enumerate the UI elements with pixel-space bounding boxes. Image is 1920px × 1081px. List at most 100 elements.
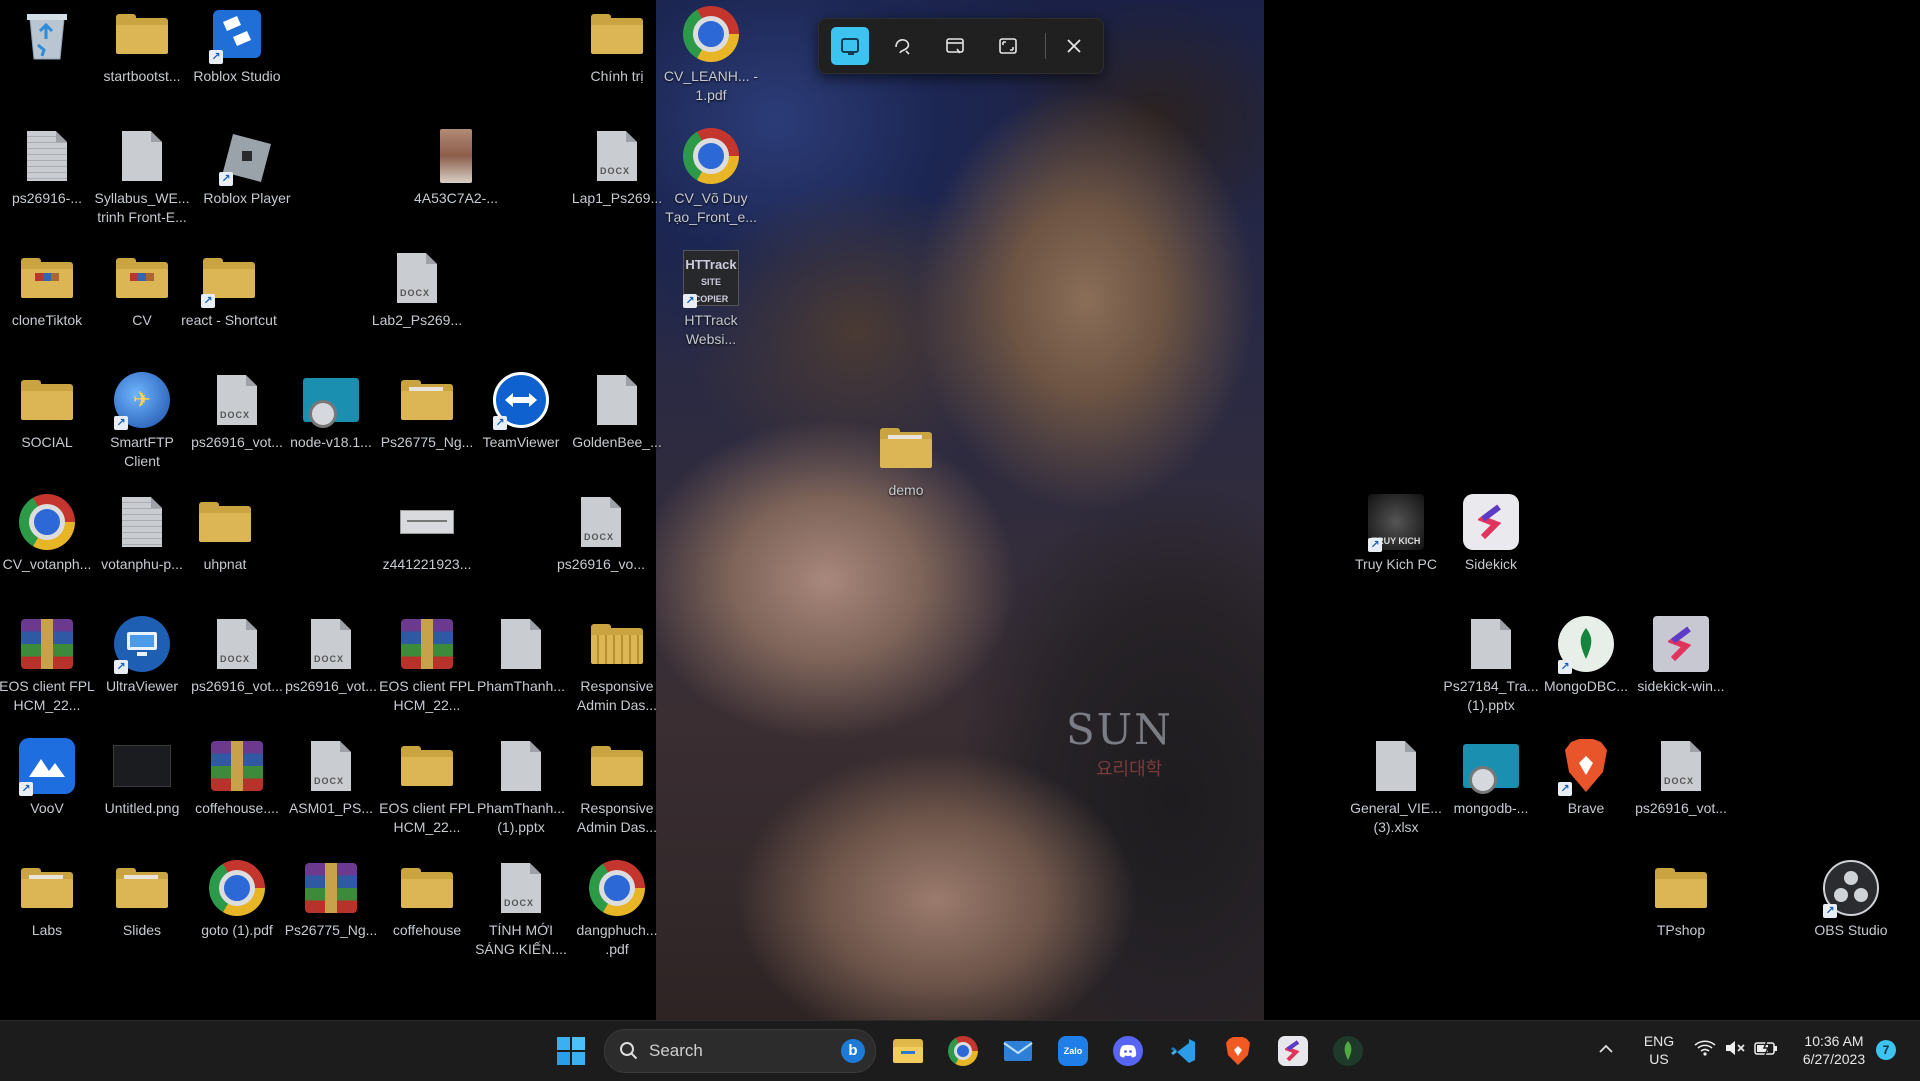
desktop-icon[interactable]: Responsive Admin Das... — [576, 614, 658, 715]
folder-icon — [587, 4, 647, 64]
desktop-icon[interactable]: TPshop — [1640, 858, 1722, 940]
battery-charging-icon[interactable] — [1754, 1040, 1778, 1060]
desktop-icon[interactable]: ↗ TeamViewer — [480, 370, 562, 452]
desktop-icon[interactable]: Ps26775_Ng... — [285, 858, 377, 940]
desktop-icon[interactable]: CV — [101, 248, 183, 330]
desktop-icon[interactable]: Responsive Admin Das... — [576, 736, 658, 837]
desktop-icon[interactable]: Sidekick — [1450, 492, 1532, 574]
desktop-icon[interactable]: DOCX Lab2_Ps269... — [372, 248, 462, 330]
desktop-icon-label: ps26916_vot... — [191, 434, 283, 450]
desktop-icon[interactable]: uhpnat — [184, 492, 266, 574]
desktop-icon[interactable]: SOCIAL — [6, 370, 88, 452]
fullscreen-mode-icon[interactable] — [989, 27, 1027, 65]
notification-badge[interactable]: 7 — [1876, 1040, 1896, 1060]
desktop-icon[interactable]: Ps27184_Tra... (1).pptx — [1443, 614, 1539, 715]
desktop-icon[interactable]: ↗ Brave — [1545, 736, 1627, 818]
desktop-icon[interactable]: Ps26775_Ng... — [381, 370, 473, 452]
desktop-icon[interactable]: CV_votanph... — [3, 492, 91, 574]
clock[interactable]: 10:36 AM 6/27/2023 — [1796, 1032, 1872, 1068]
desktop-icon-label: ps26916-... — [11, 190, 83, 206]
desktop-icon[interactable]: General_VIE... (3).xlsx — [1350, 736, 1442, 837]
word-document-icon: DOCX — [301, 736, 361, 796]
desktop-icon[interactable]: votanphu-p... — [101, 492, 183, 574]
desktop-icon[interactable]: ↗ Roblox Studio — [193, 4, 281, 86]
zalo-icon[interactable]: Zalo — [1053, 1031, 1093, 1071]
desktop-icon[interactable]: EOS client FPL HCM_22... — [379, 736, 475, 837]
desktop-icon[interactable]: demo — [865, 418, 947, 500]
desktop-icon[interactable]: DOCX ps26916_vot... — [285, 614, 377, 696]
desktop-icon-label: mongodb-... — [1453, 800, 1529, 816]
desktop-icon-label: TeamViewer — [482, 434, 560, 450]
desktop-icon-label: Lap1_Ps269... — [571, 190, 663, 206]
desktop-icon[interactable]: node-v18.1... — [290, 370, 372, 452]
desktop-icon[interactable]: sidekick-win... — [1637, 614, 1725, 696]
desktop-icon[interactable]: DOCX ASM01_PS... — [289, 736, 373, 818]
desktop-icon[interactable]: ↗ react - Shortcut — [181, 248, 277, 330]
desktop-icon[interactable]: 4A53C7A2-... — [414, 126, 498, 208]
desktop-icon[interactable]: DOCX ps26916_vo... — [557, 492, 645, 574]
desktop-icon[interactable]: ↗ MongoDBC... — [1544, 614, 1628, 696]
desktop-icon-label: Responsive Admin Das... — [576, 678, 658, 713]
desktop-icon[interactable]: z441221923... — [383, 492, 471, 574]
desktop-icon[interactable]: Untitled.png — [101, 736, 183, 818]
wifi-icon[interactable] — [1694, 1039, 1716, 1061]
desktop-icon[interactable]: DOCX Lap1_Ps269... — [572, 126, 662, 208]
desktop-icon[interactable]: dangphuch... .pdf — [576, 858, 658, 959]
desktop-icon[interactable]: ✈ ↗ SmartFTP Client — [101, 370, 183, 471]
window-mode-icon[interactable] — [936, 27, 974, 65]
vscode-icon[interactable] — [1163, 1031, 1203, 1071]
discord-icon[interactable] — [1108, 1031, 1148, 1071]
desktop-icon[interactable]: CV_Võ Duy Tạo_Front_e... — [665, 126, 757, 227]
shortcut-arrow-icon: ↗ — [19, 782, 33, 796]
desktop-icon[interactable]: cloneTiktok — [6, 248, 88, 330]
desktop-icon[interactable]: goto (1).pdf — [196, 858, 278, 940]
desktop-icon-label: PhamThanh... — [477, 678, 565, 694]
taskbar-search-box[interactable]: Search b — [604, 1029, 876, 1073]
brave-taskbar-icon[interactable] — [1218, 1031, 1258, 1071]
desktop-icon[interactable]: ps26916-... — [6, 126, 88, 208]
winrar-archive-icon — [207, 736, 267, 796]
bing-icon[interactable]: b — [841, 1039, 865, 1063]
desktop-icon[interactable]: Chính trị — [576, 4, 658, 86]
desktop-icon[interactable]: ↗ UltraViewer — [101, 614, 183, 696]
desktop-icon[interactable]: startbootst... — [101, 4, 183, 86]
desktop-icon[interactable]: ↗ Roblox Player — [203, 126, 291, 208]
desktop-icon[interactable]: DOCX ps26916_vot... — [191, 370, 283, 452]
file-explorer-icon[interactable] — [888, 1031, 928, 1071]
desktop-icon[interactable]: Labs — [6, 858, 88, 940]
desktop-icon[interactable]: GoldenBee_... — [572, 370, 662, 452]
winrar-archive-icon — [397, 614, 457, 674]
language-indicator[interactable]: ENG US — [1641, 1032, 1677, 1068]
desktop-icon[interactable]: PhamThanh... (1).pptx — [477, 736, 565, 837]
desktop-icon[interactable]: Slides — [101, 858, 183, 940]
desktop-icon[interactable] — [6, 4, 88, 64]
sidekick-taskbar-icon[interactable] — [1273, 1031, 1313, 1071]
close-icon[interactable] — [1055, 27, 1093, 65]
start-button[interactable] — [551, 1031, 591, 1071]
desktop-icon[interactable]: Syllabus_WE... trinh Front-E... — [95, 126, 189, 227]
desktop-icon[interactable]: TRUY KICH ↗ Truy Kich PC — [1355, 492, 1437, 574]
desktop-icon[interactable]: EOS client FPL HCM_22... — [379, 614, 475, 715]
desktop-icon[interactable]: mongodb-... — [1450, 736, 1532, 818]
desktop-icon[interactable]: HTTrack SITE COPIER ↗ HTTrack Websi... — [670, 248, 752, 349]
volume-muted-icon[interactable] — [1724, 1039, 1746, 1061]
desktop-icon[interactable]: EOS client FPL HCM_22... — [0, 614, 95, 715]
chrome-taskbar-icon[interactable] — [943, 1031, 983, 1071]
desktop-icon[interactable]: ↗ OBS Studio — [1810, 858, 1892, 940]
desktop-icon[interactable]: PhamThanh... — [477, 614, 565, 696]
desktop-icon[interactable]: DOCX TÍNH MỚI SÁNG KIẾN.... — [475, 858, 567, 959]
desktop-icon[interactable]: DOCX ps26916_vot... — [191, 614, 283, 696]
desktop-icon[interactable]: CV_LEANH... - 1.pdf — [664, 4, 758, 105]
freeform-mode-icon[interactable] — [883, 27, 921, 65]
desktop-icon[interactable]: ↗ VooV — [6, 736, 88, 818]
rectangle-mode-icon[interactable] — [831, 27, 869, 65]
search-placeholder: Search — [649, 1041, 703, 1060]
show-hidden-icons-chevron[interactable] — [1598, 1041, 1614, 1059]
desktop-icon-label: MongoDBC... — [1543, 678, 1629, 694]
desktop-icon[interactable]: DOCX ps26916_vot... — [1635, 736, 1727, 818]
chrome-pdf-icon — [681, 4, 741, 64]
mongodb-compass-icon[interactable] — [1328, 1031, 1368, 1071]
desktop-icon[interactable]: coffehouse — [386, 858, 468, 940]
mail-icon[interactable] — [998, 1031, 1038, 1071]
desktop-icon[interactable]: coffehouse.... — [195, 736, 279, 818]
